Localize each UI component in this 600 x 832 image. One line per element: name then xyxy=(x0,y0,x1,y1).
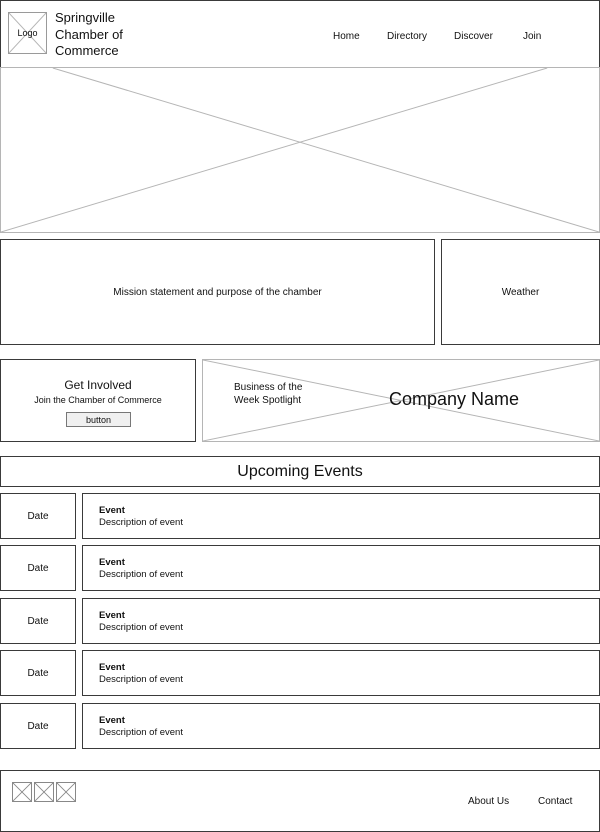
site-header: Logo Springville Chamber of Commerce Hom… xyxy=(0,0,600,68)
event-item[interactable]: Event Description of event xyxy=(82,545,600,591)
event-item[interactable]: Event Description of event xyxy=(82,598,600,644)
mission-statement-text: Mission statement and purpose of the cha… xyxy=(113,286,322,298)
social-placeholder-icon xyxy=(57,783,75,801)
social-icon-placeholder[interactable] xyxy=(34,782,54,802)
social-placeholder-icon xyxy=(35,783,53,801)
event-item[interactable]: Event Description of event xyxy=(82,650,600,696)
social-icon-placeholder[interactable] xyxy=(12,782,32,802)
get-involved-card: Get Involved Join the Chamber of Commerc… xyxy=(0,359,196,442)
site-title: Springville Chamber of Commerce xyxy=(55,10,123,58)
hero-image-placeholder xyxy=(0,67,600,233)
event-title: Event xyxy=(99,715,125,726)
nav-discover[interactable]: Discover xyxy=(454,31,493,42)
event-description: Description of event xyxy=(99,622,183,633)
event-title: Event xyxy=(99,610,125,621)
footer-link-about-us[interactable]: About Us xyxy=(468,796,509,807)
event-description: Description of event xyxy=(99,674,183,685)
social-icon-placeholder[interactable] xyxy=(56,782,76,802)
weather-label: Weather xyxy=(501,286,540,298)
site-footer: About Us Contact xyxy=(0,770,600,832)
event-title: Event xyxy=(99,557,125,568)
event-date-box: Date xyxy=(0,703,76,749)
event-description: Description of event xyxy=(99,727,183,738)
event-date: Date xyxy=(27,562,49,574)
footer-link-contact[interactable]: Contact xyxy=(538,796,572,807)
spotlight-label: Business of the Week Spotlight xyxy=(234,382,303,406)
hero-image-icon xyxy=(1,68,599,232)
event-item[interactable]: Event Description of event xyxy=(82,493,600,539)
upcoming-events-title: Upcoming Events xyxy=(237,462,363,480)
logo-label: Logo xyxy=(17,28,38,38)
upcoming-events-heading: Upcoming Events xyxy=(0,456,600,487)
nav-join[interactable]: Join xyxy=(523,31,541,42)
social-placeholder-icon xyxy=(13,783,31,801)
event-date-box: Date xyxy=(0,650,76,696)
event-item[interactable]: Event Description of event xyxy=(82,703,600,749)
event-date-box: Date xyxy=(0,598,76,644)
event-title: Event xyxy=(99,505,125,516)
mission-statement-box: Mission statement and purpose of the cha… xyxy=(0,239,435,345)
nav-directory[interactable]: Directory xyxy=(387,31,427,42)
event-description: Description of event xyxy=(99,569,183,580)
event-date-box: Date xyxy=(0,545,76,591)
event-date-box: Date xyxy=(0,493,76,539)
event-date: Date xyxy=(27,667,49,679)
spotlight-company-name: Company Name xyxy=(389,389,520,409)
get-involved-subtitle: Join the Chamber of Commerce xyxy=(34,395,162,405)
join-button[interactable]: button xyxy=(66,412,131,427)
event-date: Date xyxy=(27,720,49,732)
event-date: Date xyxy=(27,615,49,627)
logo-placeholder[interactable]: Logo xyxy=(8,12,47,54)
event-date: Date xyxy=(27,510,49,522)
business-spotlight-card[interactable]: Business of the Week Spotlight Company N… xyxy=(202,359,600,442)
nav-home[interactable]: Home xyxy=(333,31,360,42)
event-description: Description of event xyxy=(99,517,183,528)
get-involved-title: Get Involved xyxy=(64,378,132,392)
event-title: Event xyxy=(99,662,125,673)
weather-widget: Weather xyxy=(441,239,600,345)
